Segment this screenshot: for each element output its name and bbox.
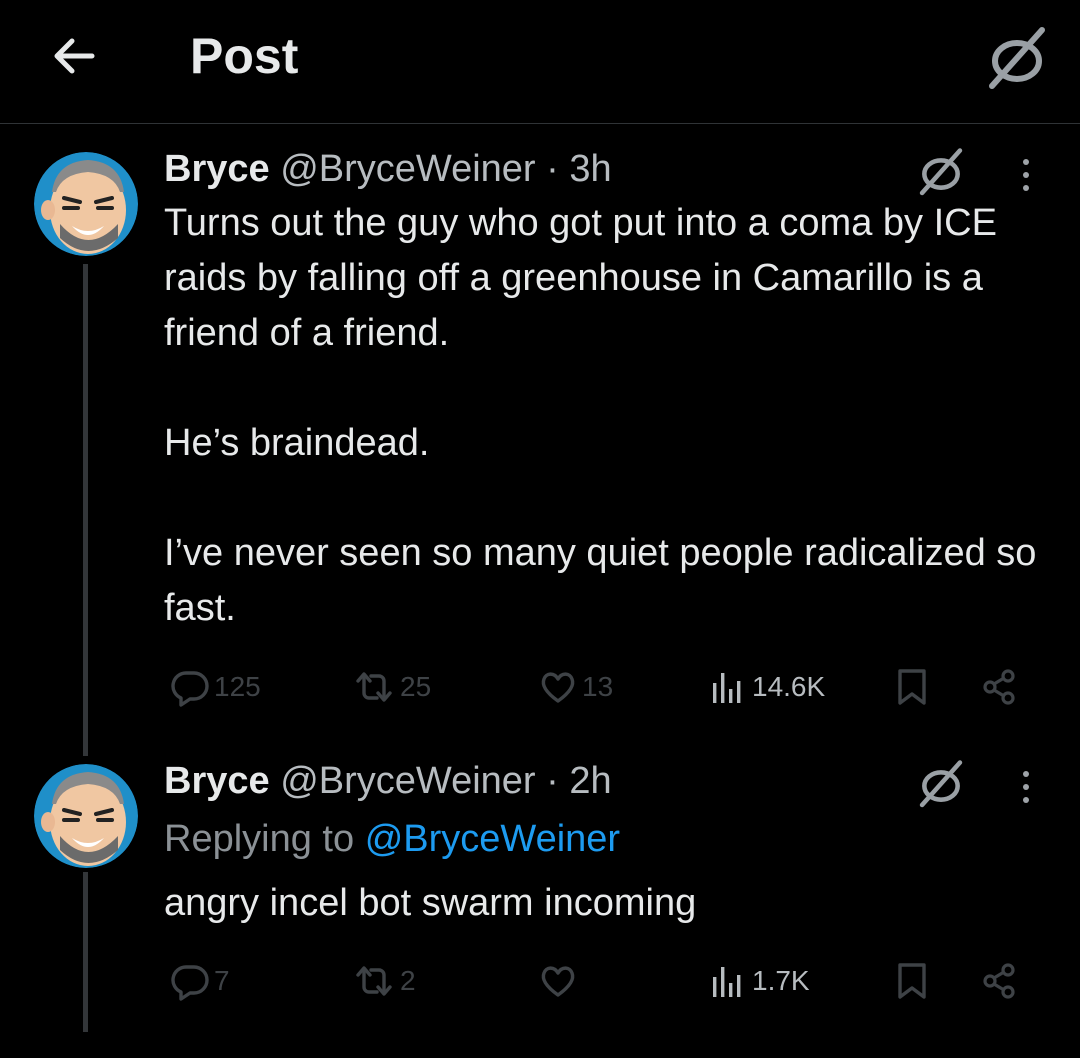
- bookmark-icon: [892, 961, 932, 1001]
- post-actions: 7 2 1.7K: [0, 956, 1080, 1006]
- reply-icon: [170, 961, 210, 1001]
- views-count: 1.7K: [752, 965, 810, 996]
- reply-button[interactable]: 7: [170, 956, 230, 1006]
- replying-to-label: Replying to: [164, 818, 355, 860]
- slashed-circle-logo-icon[interactable]: [916, 758, 966, 808]
- more-options-button[interactable]: [1008, 762, 1044, 812]
- views-button[interactable]: 1.7K: [708, 956, 810, 1006]
- avatar[interactable]: [34, 764, 138, 868]
- views-chart-icon: [708, 961, 748, 1001]
- author-handle[interactable]: @BryceWeiner: [280, 760, 535, 802]
- share-button[interactable]: [980, 956, 1020, 1006]
- reply-count: 7: [214, 965, 230, 996]
- replying-to: Replying to @BryceWeiner: [164, 816, 620, 862]
- post-text: angry incel bot swarm incoming: [164, 876, 1044, 931]
- heart-icon: [538, 961, 578, 1001]
- share-icon: [980, 961, 1020, 1001]
- post-header: Bryce @BryceWeiner · 2h: [164, 758, 612, 804]
- mention-link[interactable]: @BryceWeiner: [365, 818, 620, 860]
- thread-line: [83, 872, 88, 1032]
- post-reply[interactable]: Bryce @BryceWeiner · 2h Replying to @Bry…: [0, 0, 1080, 1058]
- like-button[interactable]: [538, 956, 582, 1006]
- author-name[interactable]: Bryce: [164, 760, 270, 802]
- repost-icon: [352, 961, 396, 1001]
- repost-count: 2: [400, 965, 416, 996]
- post-paragraph: angry incel bot swarm incoming: [164, 882, 697, 924]
- repost-button[interactable]: 2: [352, 956, 416, 1006]
- post-time[interactable]: · 2h: [546, 760, 611, 802]
- bookmark-button[interactable]: [892, 956, 932, 1006]
